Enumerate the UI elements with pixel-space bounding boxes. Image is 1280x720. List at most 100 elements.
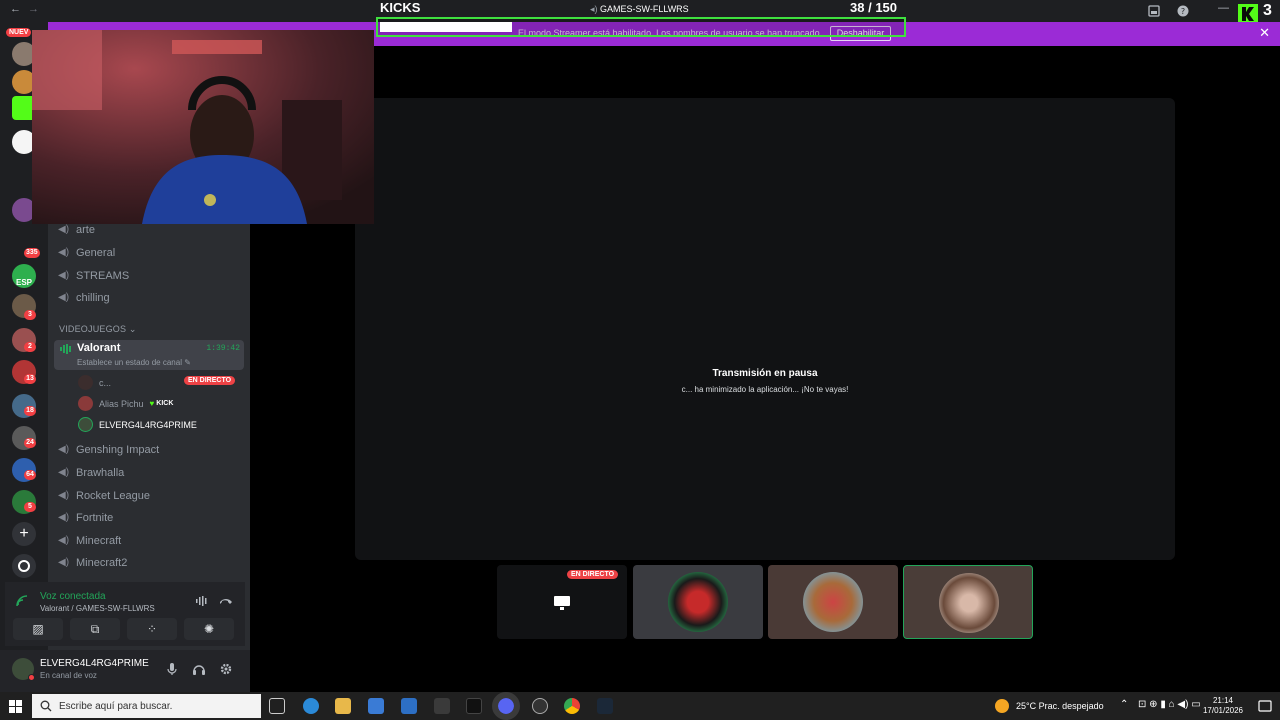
channel-label: arte — [76, 224, 95, 236]
channel-arte[interactable]: ◀) arte — [58, 224, 95, 236]
category-videojuegos[interactable]: VIDEOJUEGOS ⌄ — [59, 324, 137, 335]
voice-user-name: ELVERG4L4RG4PRIME — [99, 419, 197, 430]
voice-location[interactable]: Valorant / GAMES-SW-FLLWRS — [40, 604, 155, 613]
soundboard-button[interactable]: ✺ — [184, 618, 234, 640]
notification-icon[interactable] — [1258, 699, 1272, 713]
channel-minecraft[interactable]: ◀) Minecraft — [58, 535, 121, 547]
kick-logo — [1238, 4, 1258, 24]
avatar — [78, 396, 93, 411]
help-icon[interactable]: ? — [1177, 5, 1189, 17]
add-server-icon[interactable]: + — [12, 522, 36, 546]
call-duration: 1:39:42 — [206, 344, 240, 353]
activities-button[interactable]: ⁘ — [127, 618, 177, 640]
participant-tile[interactable] — [633, 565, 763, 639]
speaker-icon: ◀) — [58, 512, 70, 523]
voice-user[interactable]: c... — [78, 375, 111, 390]
unread-badge: 64 — [24, 470, 36, 480]
avatar — [939, 573, 999, 633]
unread-badge: 18 — [24, 406, 36, 416]
unread-badge: 3 — [24, 310, 36, 320]
obs-icon[interactable] — [532, 698, 548, 714]
app-icon[interactable] — [434, 698, 450, 714]
store-icon[interactable] — [368, 698, 384, 714]
avatar — [78, 417, 93, 432]
tray-icons[interactable]: ⊡ ⊕ ▮ ⌂ ◀) ▭ — [1138, 699, 1201, 710]
weather-text[interactable]: 25°C Prac. despejado — [1016, 701, 1104, 711]
participant-tile[interactable] — [903, 565, 1033, 639]
live-badge: EN DIRECTO — [567, 570, 619, 579]
avatar — [668, 572, 728, 632]
stream-screen[interactable]: Transmisión en pausa c... ha minimizado … — [355, 98, 1175, 560]
channel-label: Fortnite — [76, 512, 114, 524]
speaker-icon: ◀) — [58, 467, 70, 478]
channel-label: STREAMS — [76, 270, 130, 282]
channel-rocket-league[interactable]: ◀) Rocket League — [58, 490, 150, 502]
noise-suppression-icon[interactable] — [195, 596, 209, 606]
channel-streams[interactable]: ◀) STREAMS — [58, 270, 129, 282]
channel-fortnite[interactable]: ◀) Fortnite — [58, 512, 113, 524]
clock-date: 17/01/2026 — [1202, 706, 1244, 715]
steam-icon[interactable] — [597, 698, 613, 714]
voice-user-name: c... — [99, 377, 112, 388]
user-status: En canal de voz — [40, 671, 97, 680]
task-view-icon[interactable] — [269, 698, 285, 714]
activities-icon: ⁘ — [146, 622, 158, 636]
chevron-up-icon[interactable]: ⌃ — [1120, 699, 1128, 710]
channel-genshing-impact[interactable]: ◀) Genshing Impact — [58, 444, 159, 456]
disconnect-icon[interactable] — [219, 596, 233, 606]
channel-status[interactable]: Establece un estado de canal ✎ — [77, 358, 191, 367]
kick-counter-number: 3 — [1263, 2, 1272, 19]
minimize-button[interactable]: — — [1218, 2, 1229, 14]
kicks-channel-name: GAMES-SW-FLLWRS — [600, 4, 689, 14]
voice-status: Voz conectada — [40, 591, 106, 602]
channel-general[interactable]: ◀) General — [58, 247, 115, 259]
microphone-icon[interactable] — [166, 662, 178, 676]
pause-title: Transmisión en pausa — [712, 368, 818, 379]
channel-brawhalla[interactable]: ◀) Brawhalla — [58, 467, 124, 479]
headphones-icon[interactable] — [192, 662, 206, 676]
file-explorer-icon[interactable] — [335, 698, 351, 714]
voice-user[interactable]: ELVERG4L4RG4PRIME — [78, 417, 197, 432]
channel-label: General — [76, 247, 116, 259]
forward-arrow-icon[interactable]: → — [28, 3, 39, 15]
user-panel: ELVERG4L4RG4PRIME En canal de voz — [0, 650, 250, 692]
tiktok-icon[interactable] — [466, 698, 482, 714]
channel-label: Minecraft2 — [76, 557, 128, 569]
mail-icon[interactable] — [401, 698, 417, 714]
participant-tile[interactable] — [768, 565, 898, 639]
windows-start-icon[interactable] — [9, 700, 22, 713]
pause-subtitle: c... ha minimizado la aplicación... ¡No … — [681, 385, 849, 394]
channel-minecraft2[interactable]: ◀) Minecraft2 — [58, 557, 127, 569]
back-arrow-icon[interactable]: ← — [10, 3, 21, 15]
camera-off-button[interactable]: ▨ — [13, 618, 63, 640]
close-icon[interactable]: ✕ — [1259, 25, 1270, 41]
discover-icon[interactable] — [12, 554, 36, 578]
channel-chilling[interactable]: ◀) chilling — [58, 292, 110, 304]
gear-icon[interactable] — [219, 662, 233, 676]
unread-badge: 2 — [24, 342, 36, 352]
kicks-progress-fill — [380, 22, 513, 32]
voice-user[interactable]: Alias Pichu ♥ KICK — [78, 396, 173, 411]
channel-valorant[interactable]: Valorant 1:39:42 Establece un estado de … — [54, 340, 244, 370]
edge-icon[interactable] — [303, 698, 319, 714]
pencil-icon: ✎ — [184, 358, 191, 367]
channel-label: Rocket League — [76, 490, 150, 502]
category-label: VIDEOJUEGOS — [59, 324, 127, 334]
speaker-icon: ◀) — [58, 444, 70, 455]
screen-share-button[interactable]: ⧉ — [70, 618, 120, 640]
channel-label: Brawhalla — [76, 467, 125, 479]
clock[interactable]: 21:14 17/01/2026 — [1200, 696, 1246, 716]
chrome-icon[interactable] — [564, 698, 580, 714]
taskbar-search[interactable]: Escribe aquí para buscar. — [32, 694, 261, 718]
webcam-overlay — [32, 30, 374, 224]
discord-icon[interactable] — [492, 692, 520, 720]
participant-tile[interactable]: EN DIRECTO — [497, 565, 627, 639]
voice-activity-icon — [60, 344, 71, 354]
voice-user-name: Alias Pichu — [99, 398, 144, 409]
webcam-feed — [32, 30, 374, 224]
clock-time: 21:14 — [1212, 696, 1234, 705]
inbox-icon[interactable] — [1148, 5, 1160, 17]
svg-text:?: ? — [1181, 7, 1185, 16]
kicks-count: 38 / 150 — [850, 0, 897, 15]
soundboard-icon: ✺ — [203, 622, 215, 636]
